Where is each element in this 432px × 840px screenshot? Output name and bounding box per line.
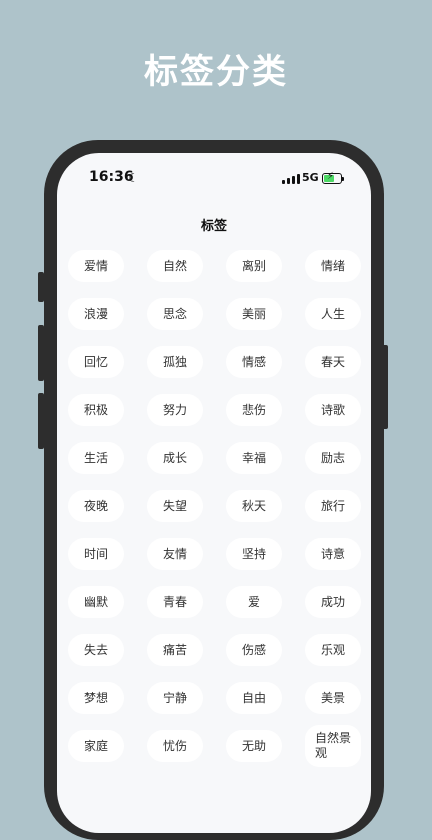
tag-chip[interactable]: 离别 <box>226 250 282 282</box>
tag-chip[interactable]: 忧伤 <box>147 730 203 762</box>
tag-chip[interactable]: 坚持 <box>226 538 282 570</box>
tag-chip[interactable]: 友情 <box>147 538 203 570</box>
tag-chip[interactable]: 无助 <box>226 730 282 762</box>
tag-chip[interactable]: 自然景观 <box>305 725 361 767</box>
tag-chip[interactable]: 悲伤 <box>226 394 282 426</box>
tag-chip[interactable]: 幽默 <box>68 586 124 618</box>
network-type: 5G <box>302 171 319 184</box>
tag-chip[interactable]: 爱情 <box>68 250 124 282</box>
tag-chip[interactable]: 失望 <box>147 490 203 522</box>
tag-chip[interactable]: 诗意 <box>305 538 361 570</box>
tag-chip[interactable]: 幸福 <box>226 442 282 474</box>
tag-chip[interactable]: 励志 <box>305 442 361 474</box>
tag-chip[interactable]: 诗歌 <box>305 394 361 426</box>
tag-chip[interactable]: 旅行 <box>305 490 361 522</box>
tag-chip[interactable]: 家庭 <box>68 730 124 762</box>
tag-chip[interactable]: 美景 <box>305 682 361 714</box>
signal-icon <box>282 174 300 184</box>
tag-chip[interactable]: 成长 <box>147 442 203 474</box>
phone-frame: 16:36 ☾ 5G ⚡ 标签 爱情 自然 离别 情绪 浪漫 思念 美丽 人生 … <box>44 140 384 840</box>
tag-chip[interactable]: 思念 <box>147 298 203 330</box>
tag-chip[interactable]: 夜晚 <box>68 490 124 522</box>
tag-chip[interactable]: 浪漫 <box>68 298 124 330</box>
tag-chip[interactable]: 宁静 <box>147 682 203 714</box>
tag-chip[interactable]: 回忆 <box>68 346 124 378</box>
tag-chip[interactable]: 自然 <box>147 250 203 282</box>
tag-chip[interactable]: 时间 <box>68 538 124 570</box>
tag-chip[interactable]: 人生 <box>305 298 361 330</box>
tag-chip[interactable]: 美丽 <box>226 298 282 330</box>
promo-title: 标签分类 <box>144 52 288 92</box>
tag-chip[interactable]: 情绪 <box>305 250 361 282</box>
tag-chip[interactable]: 秋天 <box>226 490 282 522</box>
tag-chip[interactable]: 青春 <box>147 586 203 618</box>
tag-chip[interactable]: 梦想 <box>68 682 124 714</box>
tag-chip[interactable]: 努力 <box>147 394 203 426</box>
app-screen: 16:36 ☾ 5G ⚡ 标签 爱情 自然 离别 情绪 浪漫 思念 美丽 人生 … <box>57 153 371 833</box>
page-title: 标签 <box>200 219 227 234</box>
tag-chip[interactable]: 爱 <box>226 586 282 618</box>
tag-chip[interactable]: 伤感 <box>226 634 282 666</box>
tag-chip[interactable]: 情感 <box>226 346 282 378</box>
tag-grid: 爱情 自然 离别 情绪 浪漫 思念 美丽 人生 回忆 孤独 情感 春天 积极 努… <box>68 250 362 767</box>
tag-chip[interactable]: 春天 <box>305 346 361 378</box>
tag-chip[interactable]: 痛苦 <box>147 634 203 666</box>
status-bar: 16:36 ☾ 5G ⚡ <box>57 169 371 189</box>
tag-chip[interactable]: 成功 <box>305 586 361 618</box>
tag-chip[interactable]: 失去 <box>68 634 124 666</box>
status-time: 16:36 <box>89 169 134 185</box>
tag-chip[interactable]: 乐观 <box>305 634 361 666</box>
tag-chip[interactable]: 孤独 <box>147 346 203 378</box>
battery-icon: ⚡ <box>322 171 344 184</box>
tag-chip[interactable]: 自由 <box>226 682 282 714</box>
moon-icon: ☾ <box>128 171 139 185</box>
tag-chip[interactable]: 生活 <box>68 442 124 474</box>
tag-chip[interactable]: 积极 <box>68 394 124 426</box>
